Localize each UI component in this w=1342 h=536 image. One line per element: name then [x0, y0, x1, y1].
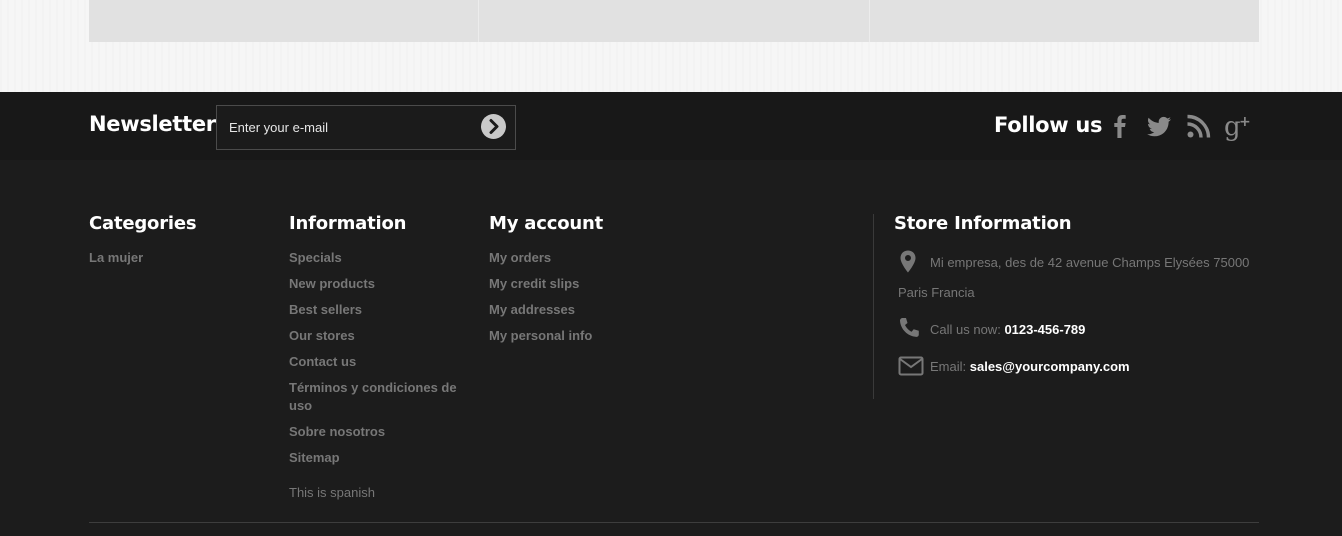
- account-link-credit-slips[interactable]: My credit slips: [489, 275, 689, 293]
- follow-us-title: Follow us: [994, 113, 1103, 137]
- info-link-contact-us[interactable]: Contact us: [289, 353, 467, 371]
- facebook-icon: [1114, 115, 1126, 138]
- content-box-bottom: [89, 0, 1259, 42]
- store-info-title: Store Information: [894, 213, 1072, 234]
- account-link-personal-info[interactable]: My personal info: [489, 327, 689, 345]
- cms-note: This is spanish: [289, 485, 375, 500]
- newsletter-submit-button[interactable]: [481, 114, 506, 139]
- phone-label: Call us now:: [930, 322, 1001, 337]
- content-box-cell: [89, 0, 478, 42]
- google-plus-link[interactable]: g +: [1224, 111, 1254, 142]
- categories-list: La mujer: [89, 249, 269, 275]
- categories-title: Categories: [89, 213, 197, 234]
- newsletter-title: Newsletter: [89, 112, 216, 136]
- facebook-link[interactable]: [1105, 111, 1135, 141]
- google-plus-icon: g +: [1224, 112, 1251, 142]
- info-link-our-stores[interactable]: Our stores: [289, 327, 467, 345]
- info-link-new-products[interactable]: New products: [289, 275, 467, 293]
- info-link-specials[interactable]: Specials: [289, 249, 467, 267]
- page-background-top: [0, 0, 1342, 92]
- info-link-sitemap[interactable]: Sitemap: [289, 449, 467, 467]
- newsletter-form: [216, 105, 516, 150]
- twitter-link[interactable]: [1144, 111, 1174, 141]
- map-marker-icon: [900, 250, 916, 273]
- account-link-addresses[interactable]: My addresses: [489, 301, 689, 319]
- information-list: Specials New products Best sellers Our s…: [289, 249, 467, 475]
- my-account-title: My account: [489, 213, 603, 234]
- rss-icon: [1187, 114, 1211, 138]
- rss-link[interactable]: [1184, 111, 1214, 141]
- phone-icon: [899, 318, 919, 337]
- column-divider: [873, 214, 874, 399]
- envelope-icon: [898, 356, 924, 376]
- twitter-icon: [1147, 116, 1171, 137]
- my-account-list: My orders My credit slips My addresses M…: [489, 249, 689, 353]
- content-box-cell: [478, 0, 868, 42]
- newsletter-email-input[interactable]: [229, 106, 479, 149]
- svg-text:+: +: [1239, 114, 1251, 130]
- arrow-right-circle-icon: [489, 119, 499, 134]
- footer-bottom-divider: [89, 522, 1259, 523]
- information-title: Information: [289, 213, 407, 234]
- info-link-about[interactable]: Sobre nosotros: [289, 423, 467, 441]
- email-label: Email:: [930, 359, 967, 374]
- store-address-line1: Mi empresa, des de 42 avenue Champs Elys…: [930, 255, 1250, 270]
- info-link-best-sellers[interactable]: Best sellers: [289, 301, 467, 319]
- store-address-line2: Paris Francia: [898, 285, 975, 300]
- account-link-orders[interactable]: My orders: [489, 249, 689, 267]
- category-link[interactable]: La mujer: [89, 249, 269, 267]
- content-box-cell: [868, 0, 1259, 42]
- store-email: Email: sales@yourcompany.com: [930, 352, 1130, 382]
- phone-number: 0123-456-789: [1004, 322, 1086, 337]
- store-phone: Call us now: 0123-456-789: [930, 315, 1085, 345]
- email-link[interactable]: sales@yourcompany.com: [970, 359, 1130, 374]
- info-link-terms[interactable]: Términos y condiciones de uso: [289, 379, 467, 415]
